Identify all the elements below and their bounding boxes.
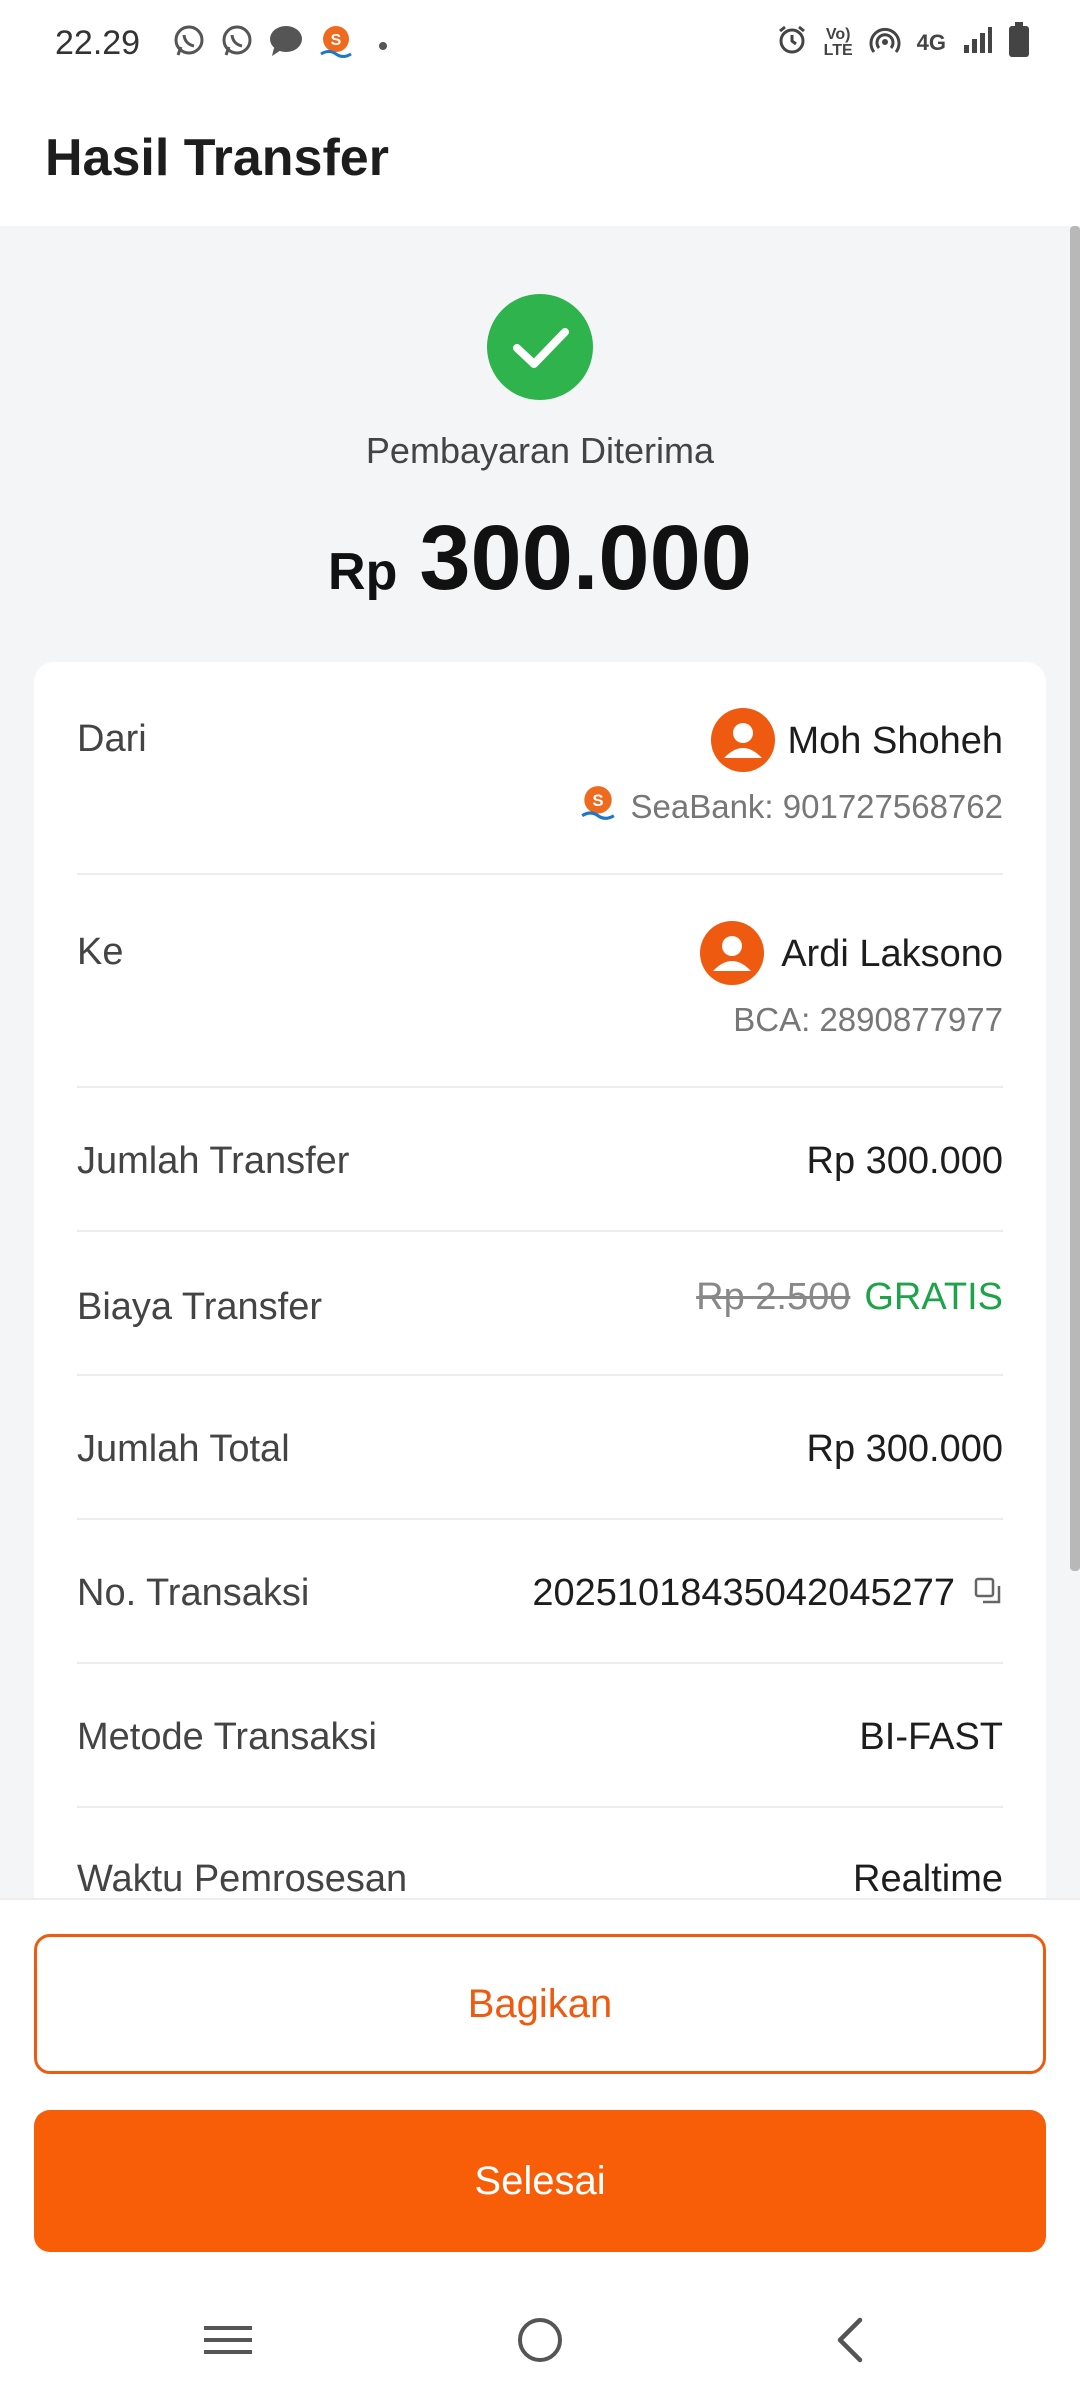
app-header: Hasil Transfer bbox=[0, 88, 1080, 226]
svg-text:S: S bbox=[592, 791, 603, 810]
action-panel: Bagikan Selesai bbox=[0, 1898, 1080, 2278]
battery-icon bbox=[1008, 22, 1030, 63]
svg-text:S: S bbox=[331, 32, 342, 49]
detail-row-transfer-fee: Biaya Transfer Rp 2.500 GRATIS bbox=[77, 1232, 1003, 1376]
total-amount-label: Jumlah Total bbox=[77, 1428, 290, 1470]
processing-time-label: Waktu Pemrosesan bbox=[77, 1858, 408, 1898]
total-amount-value: Rp 300.000 bbox=[806, 1428, 1004, 1470]
seabank-logo-icon: S bbox=[579, 784, 617, 822]
amount-display: Rp 300.000 bbox=[0, 506, 1080, 611]
recipient-avatar-icon bbox=[700, 921, 764, 985]
method-value: BI-FAST bbox=[859, 1716, 1003, 1758]
free-badge: GRATIS bbox=[864, 1276, 1003, 1318]
alarm-icon bbox=[776, 24, 808, 61]
done-button[interactable]: Selesai bbox=[34, 2110, 1046, 2252]
whatsapp-icon bbox=[220, 24, 254, 63]
amount-currency: Rp bbox=[328, 543, 398, 601]
transfer-fee-value: Rp 2.500 GRATIS bbox=[696, 1276, 1003, 1319]
scrollbar[interactable] bbox=[1070, 226, 1080, 1571]
message-icon bbox=[268, 24, 304, 63]
hotspot-icon bbox=[869, 24, 901, 61]
from-label: Dari bbox=[77, 718, 147, 760]
back-icon[interactable] bbox=[810, 2300, 890, 2380]
seabank-icon: S bbox=[318, 24, 354, 65]
volte-icon: Vo) LTE bbox=[823, 25, 853, 59]
status-bar: 22.29 S Vo) LTE 4G bbox=[0, 0, 1080, 88]
transaction-details-card: Dari Moh Shoheh S SeaBank: 901727568762 … bbox=[34, 662, 1046, 1898]
dot-icon bbox=[378, 38, 388, 56]
system-nav-bar bbox=[0, 2278, 1080, 2400]
detail-row-to: Ke Ardi Laksono BCA: 2890877977 bbox=[77, 875, 1003, 1088]
share-button[interactable]: Bagikan bbox=[34, 1934, 1046, 2074]
signal-icon bbox=[962, 25, 992, 60]
sender-name: Moh Shoheh bbox=[787, 720, 1004, 762]
processing-time-value: Realtime bbox=[853, 1858, 1003, 1898]
sender-account: SeaBank: 901727568762 bbox=[630, 788, 1003, 825]
transaction-no-label: No. Transaksi bbox=[77, 1572, 310, 1614]
detail-row-transfer-amount: Jumlah Transfer Rp 300.000 bbox=[77, 1088, 1003, 1232]
original-fee: Rp 2.500 bbox=[696, 1276, 851, 1318]
transfer-result-content[interactable]: Pembayaran Diterima Rp 300.000 Dari Moh S… bbox=[0, 226, 1080, 1898]
transfer-amount-label: Jumlah Transfer bbox=[77, 1140, 350, 1182]
recent-apps-icon[interactable] bbox=[188, 2300, 268, 2380]
transfer-amount-value: Rp 300.000 bbox=[806, 1140, 1004, 1182]
status-time: 22.29 bbox=[55, 24, 141, 62]
home-icon[interactable] bbox=[500, 2300, 580, 2380]
transfer-fee-label: Biaya Transfer bbox=[77, 1286, 322, 1328]
detail-row-total-amount: Jumlah Total Rp 300.000 bbox=[77, 1376, 1003, 1520]
detail-row-from: Dari Moh Shoheh S SeaBank: 901727568762 bbox=[77, 662, 1003, 875]
detail-row-method: Metode Transaksi BI-FAST bbox=[77, 1664, 1003, 1808]
copy-icon[interactable] bbox=[973, 1576, 1003, 1611]
sender-avatar-icon bbox=[711, 708, 775, 772]
whatsapp-icon bbox=[172, 24, 206, 63]
recipient-account: BCA: 2890877977 bbox=[733, 1001, 1003, 1038]
method-label: Metode Transaksi bbox=[77, 1716, 377, 1758]
detail-row-transaction-no: No. Transaksi 20251018435042045277 bbox=[77, 1520, 1003, 1664]
page-title: Hasil Transfer bbox=[45, 129, 389, 187]
amount-value: 300.000 bbox=[419, 507, 752, 609]
detail-row-processing-time: Waktu Pemrosesan Realtime bbox=[77, 1808, 1003, 1898]
success-check-icon bbox=[487, 294, 593, 400]
recipient-name: Ardi Laksono bbox=[781, 933, 1003, 975]
payment-status-text: Pembayaran Diterima bbox=[365, 430, 715, 471]
to-label: Ke bbox=[77, 931, 124, 973]
transaction-no-value: 20251018435042045277 bbox=[532, 1572, 955, 1614]
network-4g-icon: 4G bbox=[916, 29, 946, 55]
